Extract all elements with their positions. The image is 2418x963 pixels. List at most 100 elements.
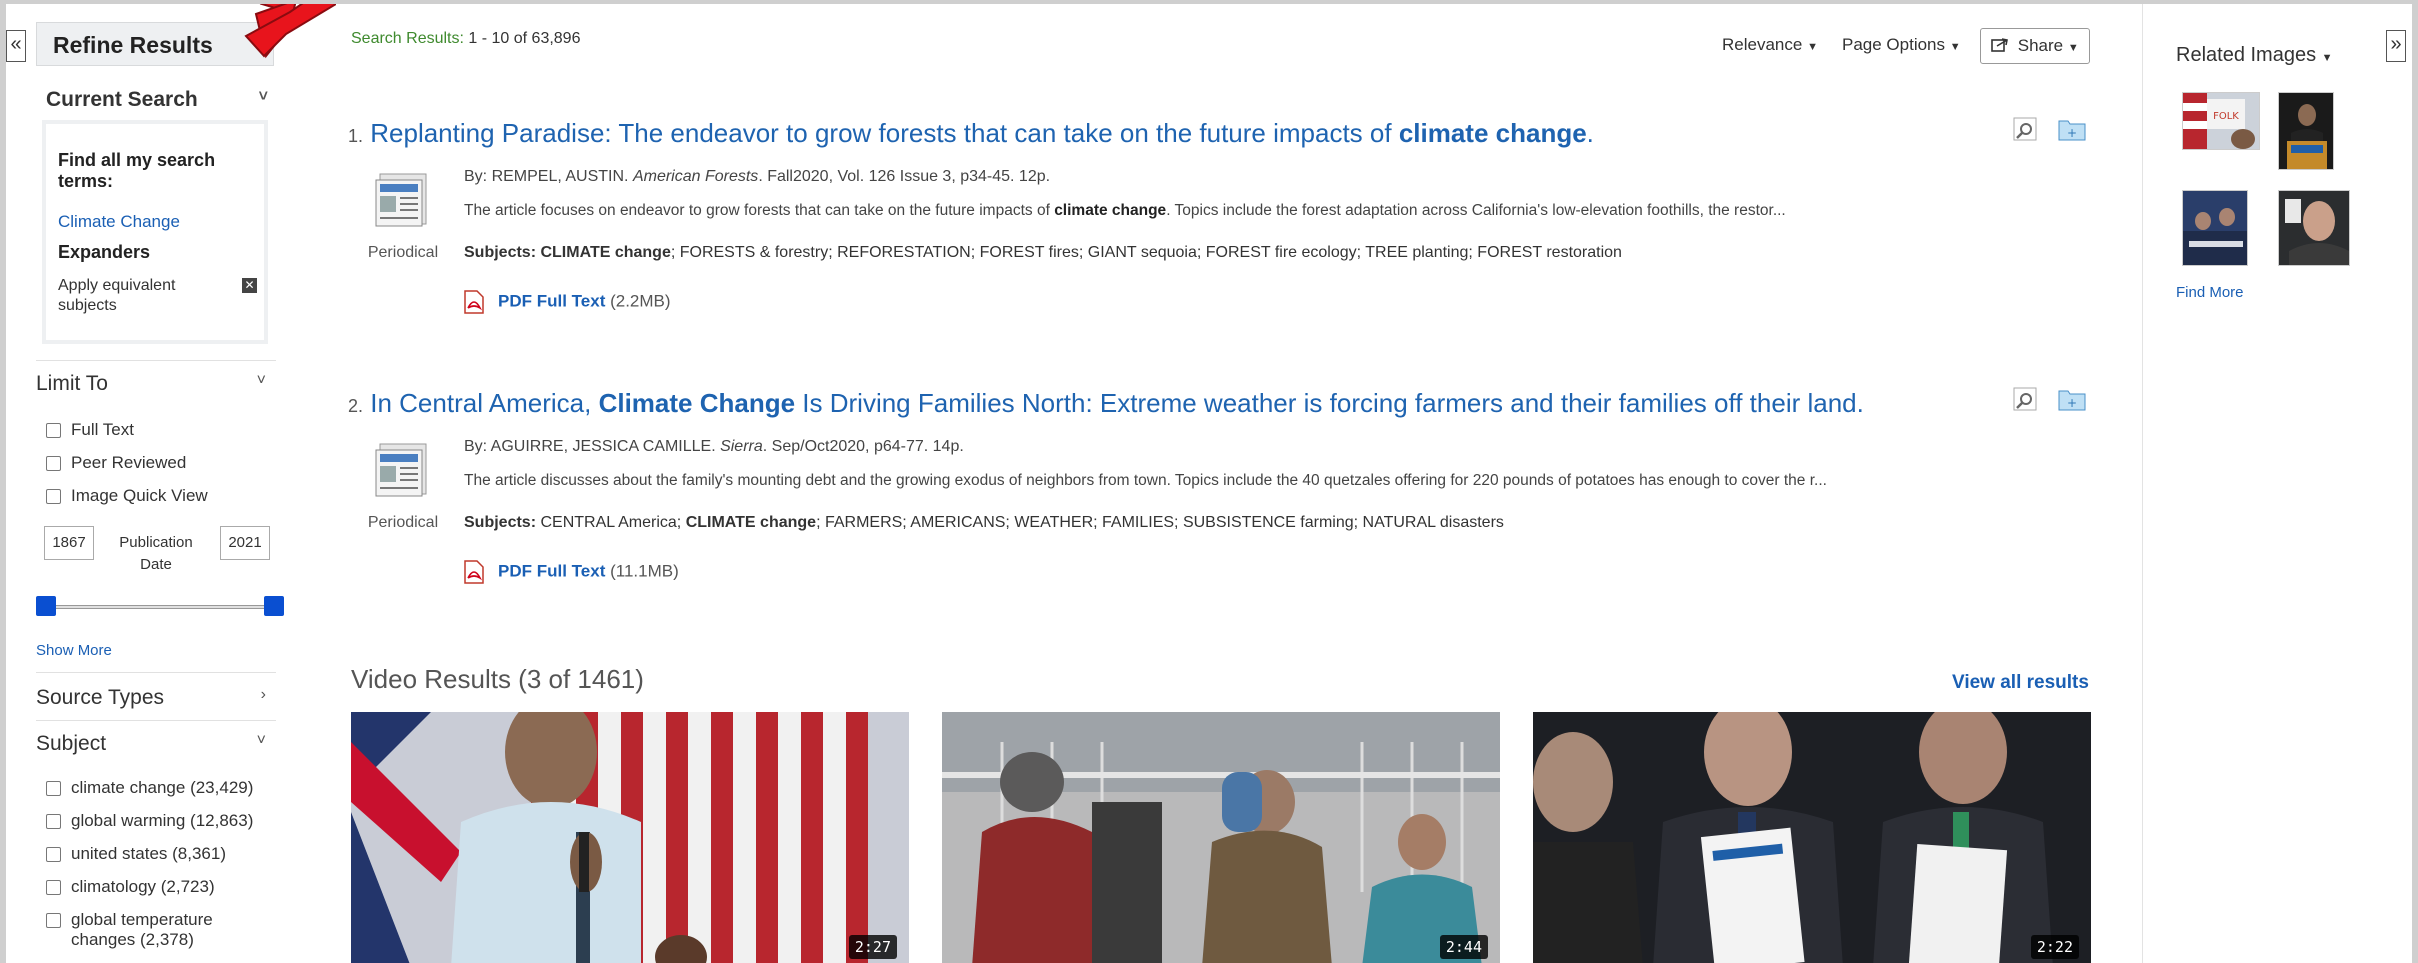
video-thumbnail-1[interactable]: 2:27 [351, 712, 909, 963]
slider-handle-min[interactable] [36, 596, 56, 616]
chevron-down-icon: ˅ [258, 88, 268, 105]
checkbox[interactable] [46, 423, 61, 439]
subjects-list[interactable]: CENTRAL America; [536, 514, 686, 531]
source-title[interactable]: Sierra [720, 438, 763, 455]
limit-image-quick-view[interactable]: Image Quick View [46, 486, 208, 506]
periodical-icon [375, 443, 427, 497]
slider-handle-max[interactable] [264, 596, 284, 616]
video-frame-image [1533, 712, 2091, 963]
subjects-label: Subjects: [464, 244, 537, 261]
refine-sidebar: Refine Results Current Search ˅ Find all… [36, 4, 284, 963]
speaker-image [2279, 93, 2333, 169]
current-search-label: Current Search [46, 88, 198, 111]
share-button[interactable]: Share ▼ [1980, 28, 2090, 64]
date-from-input[interactable]: 1867 [44, 526, 94, 560]
title-part: . [1586, 118, 1594, 148]
limit-to-header[interactable]: Limit To ˅ [36, 372, 276, 396]
divider [36, 672, 276, 673]
subjects-list[interactable]: ; FARMERS; AMERICANS; WEATHER; FAMILIES;… [816, 514, 1504, 531]
related-image-1[interactable]: FOLK [2182, 92, 2260, 150]
source-title[interactable]: American Forests [633, 168, 758, 185]
caret-down-icon: ▼ [1949, 41, 1961, 53]
video-duration: 2:27 [848, 935, 897, 959]
expanders-label: Expanders [58, 242, 151, 262]
checkbox[interactable] [46, 489, 61, 505]
date-to-input[interactable]: 2021 [220, 526, 270, 560]
related-image-2[interactable] [2278, 92, 2334, 170]
show-more-link[interactable]: Show More [36, 642, 112, 659]
pdf-full-text-link-1[interactable]: PDF Full Text (2.2MB) [464, 290, 671, 314]
periodical-icon [375, 173, 427, 227]
view-all-results-link[interactable]: View all results [1952, 672, 2089, 694]
page-frame: « » Refine Results Current Search ˅ Find… [6, 4, 2412, 963]
checkbox[interactable] [46, 847, 61, 863]
page-options-label: Page Options [1842, 35, 1946, 54]
caret-down-icon: ▼ [2067, 42, 2079, 54]
checkbox[interactable] [46, 880, 61, 896]
add-to-folder-icon[interactable]: + [2058, 386, 2086, 412]
preview-icon[interactable] [2012, 386, 2040, 412]
remove-expander-icon[interactable]: ✕ [242, 278, 257, 293]
share-label: Share [2017, 36, 2064, 55]
limit-to-label: Limit To [36, 372, 108, 395]
chevron-down-icon: ˅ [256, 372, 266, 389]
pdf-full-text-link-2[interactable]: PDF Full Text (11.1MB) [464, 560, 679, 584]
search-term-link[interactable]: Climate Change [58, 212, 180, 232]
red-arrow-annotation [244, 4, 336, 59]
result-title-2[interactable]: 2. In Central America, Climate Change Is… [348, 388, 1864, 419]
source-types-label: Source Types [36, 686, 165, 709]
pdf-size: (2.2MB) [610, 291, 671, 311]
abstract-highlight: climate change [1054, 202, 1167, 219]
video-thumbnail-3[interactable]: 2:22 [1533, 712, 2091, 963]
add-to-folder-icon[interactable]: + [2058, 116, 2086, 142]
collapse-right-toggle[interactable]: » [2386, 30, 2406, 62]
page-options-dropdown[interactable]: Page Options ▼ [1842, 35, 1961, 55]
preview-icon[interactable] [2012, 116, 2040, 142]
checkbox[interactable] [46, 814, 61, 830]
result-abstract-2: The article discusses about the family's… [464, 472, 1827, 489]
source-types-header[interactable]: Source Types › [36, 686, 276, 710]
subject-united-states[interactable]: united states (8,361) [46, 844, 226, 864]
chevron-right-icon: › [260, 686, 266, 703]
subject-highlight[interactable]: CLIMATE change [686, 514, 816, 531]
result-meta-2: By: AGUIRRE, JESSICA CAMILLE. Sierra. Se… [464, 438, 964, 456]
checkbox[interactable] [46, 781, 61, 797]
related-image-4[interactable] [2278, 190, 2350, 266]
video-results-heading: Video Results (3 of 1461) [351, 664, 644, 694]
subject-global-warming[interactable]: global warming (12,863) [46, 811, 253, 831]
subjects-list[interactable]: ; FORESTS & forestry; REFORESTATION; FOR… [671, 244, 1622, 261]
option-label: Image Quick View [71, 486, 208, 505]
subject-item-label: united states (8,361) [71, 844, 226, 863]
date-slider-track[interactable] [38, 605, 284, 609]
pdf-label[interactable]: PDF Full Text [498, 291, 605, 310]
relevance-dropdown[interactable]: Relevance ▼ [1722, 35, 1818, 55]
pdf-label[interactable]: PDF Full Text [498, 561, 605, 580]
subject-climate-change[interactable]: climate change (23,429) [46, 778, 253, 798]
subject-item-label: global warming (12,863) [71, 811, 254, 830]
subject-header[interactable]: Subject ˅ [36, 732, 276, 756]
checkbox[interactable] [46, 913, 61, 928]
pdf-size: (11.1MB) [610, 561, 679, 581]
title-highlight: climate change [1398, 118, 1587, 148]
video-thumbnail-2[interactable]: 2:44 [942, 712, 1500, 963]
svg-text:FOLK: FOLK [2213, 111, 2239, 122]
subject-item-line1: global temperature [71, 910, 213, 929]
collapse-left-toggle[interactable]: « [6, 30, 26, 62]
subject-highlight[interactable]: CLIMATE change [540, 244, 670, 261]
source-details: . Fall2020, Vol. 126 Issue 3, p34-45. 12… [758, 168, 1051, 185]
find-more-link[interactable]: Find More [2176, 284, 2244, 301]
related-image-3[interactable] [2182, 190, 2248, 266]
current-search-header[interactable]: Current Search ˅ [46, 88, 278, 112]
result-title-1[interactable]: 1. Replanting Paradise: The endeavor to … [348, 118, 1594, 149]
limit-full-text[interactable]: Full Text [46, 420, 134, 440]
related-images-dropdown[interactable]: Related Images ▼ [2176, 44, 2333, 67]
subject-item-label: global temperature changes (2,378) [71, 910, 213, 950]
subject-climatology[interactable]: climatology (2,723) [46, 877, 215, 897]
subject-global-temperature-changes[interactable]: global temperature changes (2,378) [46, 910, 213, 950]
checkbox[interactable] [46, 456, 61, 472]
expander-item: Apply equivalent subjects [58, 277, 176, 314]
subject-item-label: climatology (2,723) [71, 877, 215, 896]
video-frame-image [351, 712, 909, 963]
limit-peer-reviewed[interactable]: Peer Reviewed [46, 453, 186, 473]
results-range: 1 - 10 of 63,896 [468, 30, 581, 47]
